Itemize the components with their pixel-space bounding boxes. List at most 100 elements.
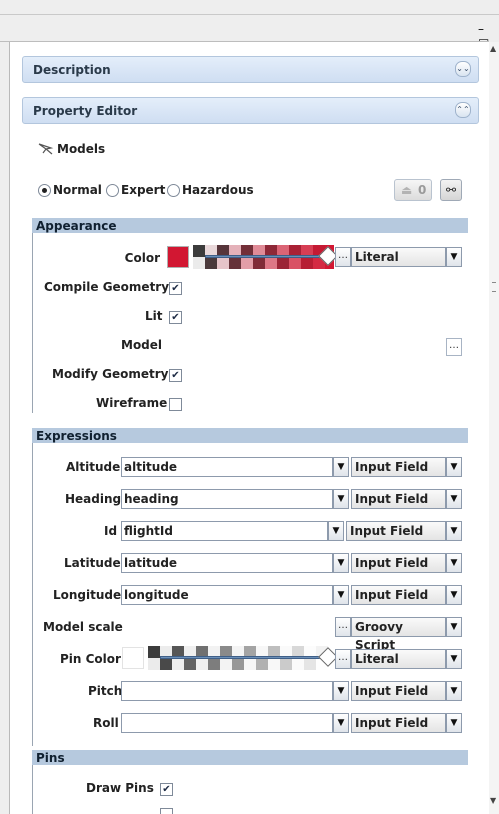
longitude-mode-select[interactable]: Input Field xyxy=(351,585,446,605)
roll-mode-dropdown-icon[interactable]: ▼ xyxy=(446,713,462,733)
pins-group-border xyxy=(32,765,33,814)
pitch-mode-select[interactable]: Input Field xyxy=(351,681,446,701)
warnings-counter-button[interactable]: ⏏ 0 xyxy=(394,179,432,201)
radio-expert-label[interactable]: Expert xyxy=(121,183,165,197)
gradient-cell xyxy=(160,658,172,670)
pin-color-slider-track xyxy=(160,656,323,659)
roll-label: Roll xyxy=(93,716,119,730)
modify-geometry-label: Modify Geometry xyxy=(52,367,169,381)
heading-label: Heading xyxy=(65,492,122,506)
id-label: Id xyxy=(104,524,118,538)
latitude-mode-dropdown-icon[interactable]: ▼ xyxy=(446,553,462,573)
radio-normal[interactable] xyxy=(38,184,51,197)
gradient-cell xyxy=(268,658,280,670)
pin-color-mode-select[interactable]: Literal xyxy=(351,649,446,669)
scroll-down-arrow-icon[interactable]: ▼ xyxy=(490,796,496,805)
roll-dropdown-icon[interactable]: ▼ xyxy=(333,713,349,733)
model-ellipsis-button[interactable]: … xyxy=(446,338,462,356)
longitude-field[interactable]: longitude xyxy=(121,585,333,605)
titlebar-divider xyxy=(0,14,499,15)
gradient-cell xyxy=(301,257,313,269)
color-ellipsis-button[interactable]: … xyxy=(335,247,351,267)
property-editor-section-header[interactable]: Property Editor ⌃⌃ xyxy=(22,97,479,124)
heading-field[interactable]: heading xyxy=(121,489,333,509)
gradient-cell xyxy=(253,257,265,269)
gradient-cell xyxy=(232,658,244,670)
latitude-dropdown-icon[interactable]: ▼ xyxy=(333,553,349,573)
pin-color-mode-dropdown-icon[interactable]: ▼ xyxy=(446,649,462,669)
longitude-dropdown-icon[interactable]: ▼ xyxy=(333,585,349,605)
property-editor-title: Property Editor xyxy=(33,104,138,118)
link-icon: ⚯ xyxy=(445,183,457,197)
roll-mode-select[interactable]: Input Field xyxy=(351,713,446,733)
model-scale-dropdown-icon[interactable]: ▼ xyxy=(446,617,462,637)
pin-color-swatch[interactable] xyxy=(122,647,144,669)
model-scale-mode-select[interactable]: Groovy Script xyxy=(351,617,446,652)
color-mode-select[interactable]: Literal xyxy=(351,247,446,267)
models-icon xyxy=(38,142,54,156)
appearance-group-header: Appearance xyxy=(32,218,468,233)
vertical-scrollbar[interactable] xyxy=(488,42,499,814)
link-toggle-button[interactable]: ⚯ xyxy=(440,179,462,201)
lit-checkbox[interactable]: ✔ xyxy=(169,311,182,324)
gradient-cell xyxy=(244,658,256,670)
expressions-group-header: Expressions xyxy=(32,428,468,443)
color-slider-track xyxy=(205,255,323,258)
radio-expert[interactable] xyxy=(106,184,119,197)
radio-hazardous-label[interactable]: Hazardous xyxy=(182,183,254,197)
gradient-cell xyxy=(220,658,232,670)
description-section-header[interactable]: Description ⌄⌄ xyxy=(22,56,479,83)
scrollbar-grip-icon[interactable] xyxy=(492,282,496,292)
expressions-title: Expressions xyxy=(36,429,117,443)
gradient-cell xyxy=(148,646,160,658)
pin-color-ellipsis-button[interactable]: … xyxy=(335,649,351,669)
radio-normal-label[interactable]: Normal xyxy=(53,183,102,197)
draw-pins-checkbox[interactable]: ✔ xyxy=(160,783,173,796)
longitude-mode-dropdown-icon[interactable]: ▼ xyxy=(446,585,462,605)
color-swatch[interactable] xyxy=(167,246,189,268)
collapse-chevron-icon[interactable]: ⌃⌃ xyxy=(455,102,471,118)
draw-pins-label: Draw Pins xyxy=(86,781,154,795)
compile-geometry-checkbox[interactable]: ✔ xyxy=(169,282,182,295)
latitude-field[interactable]: latitude xyxy=(121,553,333,573)
model-label: Model xyxy=(121,338,163,352)
next-checkbox-partial[interactable] xyxy=(160,808,173,814)
scroll-up-arrow-icon[interactable]: ▲ xyxy=(490,44,496,53)
id-dropdown-icon[interactable]: ▼ xyxy=(328,521,344,541)
window-titlebar xyxy=(0,0,499,42)
gradient-cell xyxy=(289,257,301,269)
models-label: Models xyxy=(57,142,106,156)
heading-mode-select[interactable]: Input Field xyxy=(351,489,446,509)
modify-geometry-checkbox[interactable]: ✔ xyxy=(169,369,182,382)
altitude-mode-dropdown-icon[interactable]: ▼ xyxy=(446,457,462,477)
id-mode-dropdown-icon[interactable]: ▼ xyxy=(446,521,462,541)
pitch-mode-dropdown-icon[interactable]: ▼ xyxy=(446,681,462,701)
altitude-field[interactable]: altitude xyxy=(121,457,333,477)
altitude-label: Altitude xyxy=(66,460,121,474)
altitude-mode-select[interactable]: Input Field xyxy=(351,457,446,477)
pitch-dropdown-icon[interactable]: ▼ xyxy=(333,681,349,701)
heading-dropdown-icon[interactable]: ▼ xyxy=(333,489,349,509)
gradient-cell xyxy=(196,658,208,670)
latitude-mode-select[interactable]: Input Field xyxy=(351,553,446,573)
color-label: Color xyxy=(124,251,160,265)
compile-geometry-label: Compile Geometry xyxy=(44,280,170,294)
radio-hazardous[interactable] xyxy=(167,184,180,197)
color-mode-dropdown-icon[interactable]: ▼ xyxy=(446,247,462,267)
altitude-dropdown-icon[interactable]: ▼ xyxy=(333,457,349,477)
appearance-group-border xyxy=(32,233,33,413)
pitch-field[interactable] xyxy=(121,681,333,701)
latitude-label: Latitude xyxy=(64,556,121,570)
expand-chevron-icon[interactable]: ⌄⌄ xyxy=(455,61,471,77)
warnings-count: 0 xyxy=(418,183,427,197)
gradient-cell xyxy=(217,257,229,269)
wireframe-checkbox[interactable] xyxy=(169,398,182,411)
model-scale-ellipsis-button[interactable]: … xyxy=(335,617,351,637)
id-field[interactable]: flightId xyxy=(121,521,328,541)
warning-icon: ⏏ xyxy=(401,183,413,197)
heading-mode-dropdown-icon[interactable]: ▼ xyxy=(446,489,462,509)
roll-field[interactable] xyxy=(121,713,333,733)
pitch-label: Pitch xyxy=(88,684,123,698)
id-mode-select[interactable]: Input Field xyxy=(346,521,446,541)
pins-title: Pins xyxy=(36,751,65,765)
